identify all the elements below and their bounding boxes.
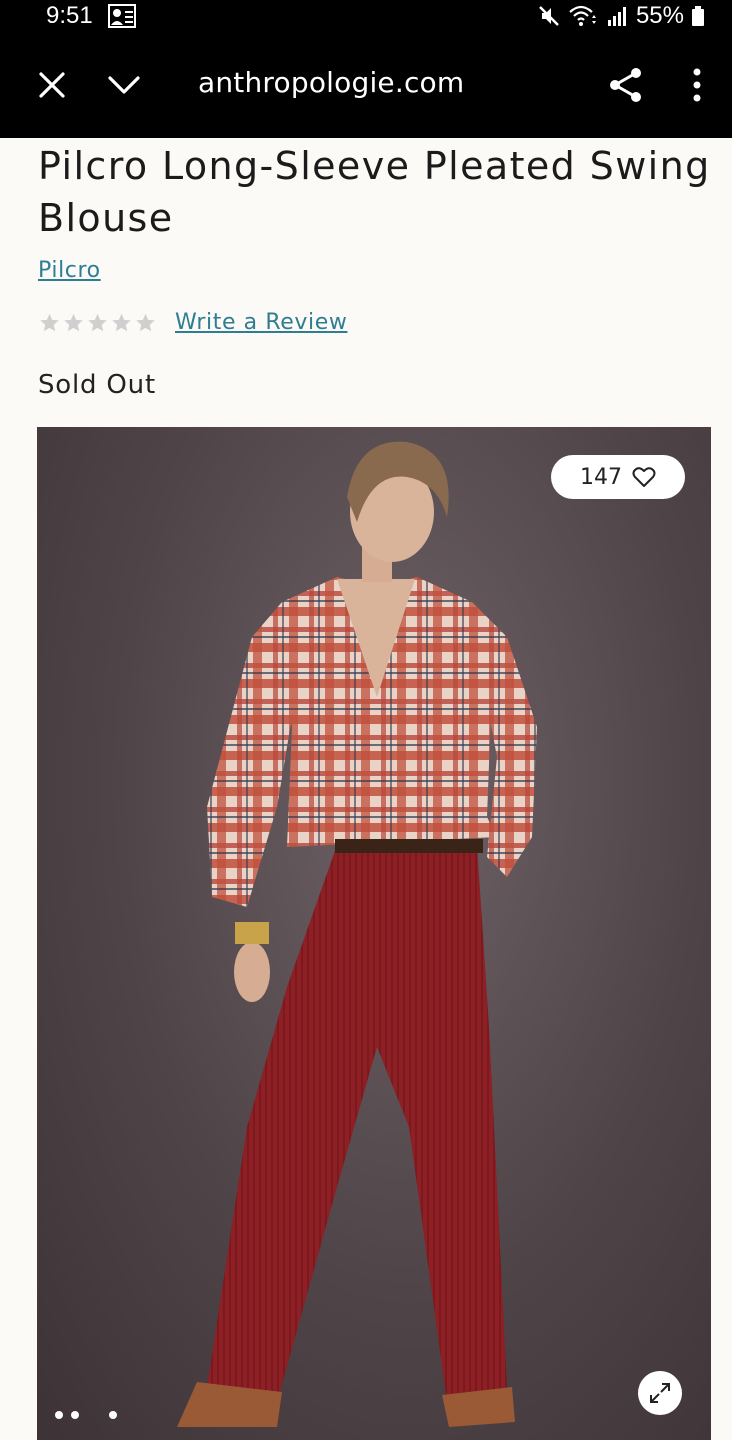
more-vertical-icon (693, 68, 701, 102)
status-right: 55% (538, 2, 704, 30)
star-rating (38, 312, 157, 334)
more-options-button[interactable] (672, 32, 722, 138)
star-empty-icon (40, 313, 59, 331)
heart-icon (632, 467, 656, 487)
browser-toolbar: anthropologie.com (0, 32, 732, 138)
brand-link[interactable]: Pilcro (38, 258, 101, 283)
share-icon (610, 68, 641, 102)
close-icon (39, 72, 65, 98)
battery-level: 55% (635, 2, 684, 29)
minimize-tab-button[interactable] (94, 32, 154, 138)
status-time: 9:51 (46, 2, 93, 29)
expand-icon (650, 1383, 670, 1403)
availability-status: Sold Out (38, 370, 156, 400)
product-title: Pilcro Long-Sleeve Pleated Swing Blouse (38, 144, 711, 240)
likes-count: 147 (580, 464, 622, 490)
star-empty-icon (112, 313, 131, 331)
product-image[interactable]: 147 (37, 427, 711, 1440)
carousel-dot[interactable] (71, 1411, 79, 1419)
contact-icon (108, 4, 136, 28)
wifi-icon (569, 5, 596, 26)
expand-image-button[interactable] (638, 1371, 682, 1415)
rating-row: Write a Review (38, 310, 347, 335)
url-text[interactable]: anthropologie.com (198, 66, 464, 99)
share-button[interactable] (596, 32, 656, 138)
chevron-down-icon (108, 76, 140, 94)
battery-icon (692, 6, 704, 26)
mute-icon (539, 6, 559, 26)
wishlist-button[interactable]: 147 (551, 455, 685, 499)
star-empty-icon (136, 313, 155, 331)
star-empty-icon (88, 313, 107, 331)
signal-icon (607, 7, 626, 26)
carousel-indicator[interactable] (55, 1411, 117, 1419)
write-review-link[interactable]: Write a Review (175, 310, 347, 335)
status-bar: 9:51 55% (0, 0, 732, 32)
star-empty-icon (64, 313, 83, 331)
carousel-dot[interactable] (55, 1411, 63, 1419)
model-photo (177, 441, 537, 1427)
close-tab-button[interactable] (22, 32, 82, 138)
carousel-dot[interactable] (109, 1411, 117, 1419)
